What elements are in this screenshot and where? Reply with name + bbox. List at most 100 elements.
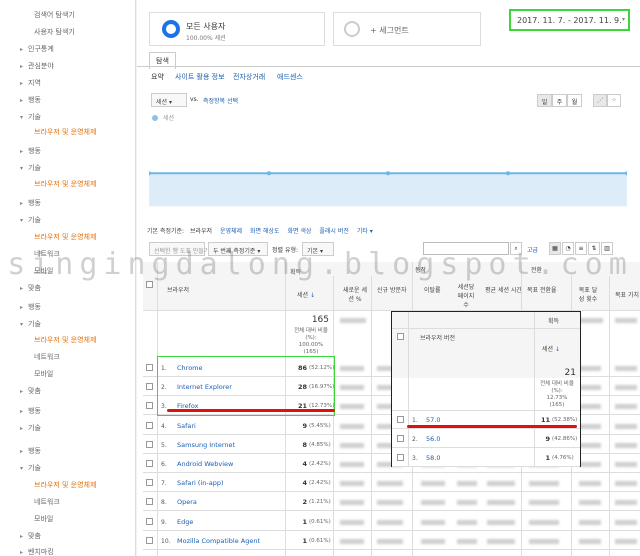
sidebar-item-technology[interactable]: ▾ 기술 <box>20 163 41 173</box>
overlay-row-checkbox[interactable] <box>397 416 404 423</box>
version-link[interactable]: 57.0 <box>426 416 440 424</box>
blurred-cell <box>615 424 637 429</box>
row-index: 5. <box>161 442 167 449</box>
period-week-button[interactable]: 주 <box>552 94 567 107</box>
header-goal-value[interactable]: 목표 가치 <box>615 290 639 299</box>
blurred-cell <box>421 481 445 486</box>
blurred-cell <box>340 500 364 505</box>
sidebar-item-network[interactable]: 네트워크 <box>34 352 60 362</box>
row-checkbox[interactable] <box>146 383 153 390</box>
sidebar-item-technology[interactable]: ▾ 기술 <box>20 112 41 122</box>
sidebar-item-behavior[interactable]: ▸ 행동 <box>20 446 41 456</box>
version-link[interactable]: 56.0 <box>426 435 440 443</box>
dimension-color[interactable]: 화면 색상 <box>287 228 311 235</box>
sidebar-item-benchmarking[interactable]: ▸ 벤치마킹 <box>20 547 54 556</box>
header-browser[interactable]: 브라우저 <box>167 285 189 294</box>
sidebar-item-behavior[interactable]: ▸ 행동 <box>20 146 41 156</box>
sidebar-item-demographics[interactable]: ▸ 인구통계 <box>20 44 54 54</box>
segment-all-users[interactable]: 모든 사용자 100.00% 세션 <box>149 12 325 46</box>
overlay-select-all-checkbox[interactable] <box>397 333 404 340</box>
browser-link[interactable]: Safari (in-app) <box>177 479 224 487</box>
subtab-adsense[interactable]: 애드센스 <box>277 72 303 82</box>
row-checkbox[interactable] <box>146 537 153 544</box>
sidebar-item-user-explorer[interactable]: 사용자 탐색기 <box>34 27 75 37</box>
sidebar-item-browser-os[interactable]: 브라우저 및 운영체제 <box>34 335 96 345</box>
sidebar-item-behavior[interactable]: ▸ 행동 <box>20 95 41 105</box>
sidebar-item-browser-os[interactable]: 브라우저 및 운영체제 <box>34 179 96 189</box>
sidebar-item-behavior[interactable]: ▸ 행동 <box>20 302 41 312</box>
sidebar-item-mobile[interactable]: 모바일 <box>34 514 53 524</box>
row-checkbox[interactable] <box>146 498 153 505</box>
sidebar-item-behavior[interactable]: ▸ 행동 <box>20 198 41 208</box>
header-sessions[interactable]: 세션 ↓ <box>297 290 315 299</box>
version-link[interactable]: 58.0 <box>426 454 440 462</box>
select-all-checkbox[interactable] <box>146 281 153 288</box>
sidebar-item-browser-os[interactable]: 브라우저 및 운영체제 <box>34 232 96 242</box>
row-index: 9. <box>161 519 167 526</box>
sidebar-item-custom[interactable]: ▸ 맞춤 <box>20 386 41 396</box>
dimension-browser[interactable]: 브라우저 <box>190 228 212 235</box>
overlay-header-sessions[interactable]: 세션 ↓ <box>542 344 560 353</box>
sidebar-item-browser-os[interactable]: 브라우저 및 운영체제 <box>34 127 96 137</box>
line-chart-icon[interactable]: ⋰ <box>593 94 607 107</box>
browser-link[interactable]: Safari <box>177 422 196 430</box>
header-new-users[interactable]: 신규 방문자 <box>377 285 407 294</box>
row-checkbox[interactable] <box>146 460 153 467</box>
browser-link[interactable]: Mozilla Compatible Agent <box>177 537 260 545</box>
subtab-summary[interactable]: 요약 <box>151 72 164 82</box>
dimension-os[interactable]: 운영체제 <box>220 228 242 235</box>
dimension-more[interactable]: 기타 ▾ <box>357 228 373 235</box>
sidebar-item-technology[interactable]: ▾ 기술 <box>20 215 41 225</box>
chart-point[interactable] <box>386 171 390 176</box>
header-new-sessions[interactable]: 새로운 세션 % <box>341 285 369 303</box>
sidebar-item-mobile[interactable]: 모바일 <box>34 369 53 379</box>
primary-dimension-bar: 기본 측정기준: 브라우저 운영체제 화면 해상도 화면 색상 플래시 버전 기… <box>147 226 373 235</box>
sidebar-item-technology[interactable]: ▾ 기술 <box>20 319 41 329</box>
select-metric-link[interactable]: 측정항목 선택 <box>203 96 238 105</box>
dimension-flash[interactable]: 플래시 버전 <box>319 228 349 235</box>
header-bounce-rate[interactable]: 이탈률 <box>424 285 441 294</box>
sidebar-item-browser-os[interactable]: 브라우저 및 운영체제 <box>34 480 96 490</box>
blurred-cell <box>340 539 364 544</box>
row-checkbox[interactable] <box>146 518 153 525</box>
header-goal-rate[interactable]: 목표 전환율 <box>527 285 557 294</box>
header-avg-duration[interactable]: 평균 세션 시간 <box>485 285 522 294</box>
browser-link[interactable]: Android Webview <box>177 460 233 468</box>
subtab-ecommerce[interactable]: 전자상거래 <box>233 72 265 82</box>
sidebar-item-custom[interactable]: ▸ 맞춤 <box>20 531 41 541</box>
sidebar-item-custom[interactable]: ▸ 맞춤 <box>20 283 41 293</box>
overlay-row-checkbox[interactable] <box>397 435 404 442</box>
browser-link[interactable]: Opera <box>177 498 197 506</box>
overlay-header-version[interactable]: 브라우저 버전 <box>420 333 455 342</box>
chart-point[interactable] <box>267 171 271 176</box>
subtab-site-usage[interactable]: 사이트 활용 정보 <box>175 72 225 82</box>
motion-chart-icon[interactable]: ⁘ <box>607 94 621 107</box>
chevron-right-icon: ▸ <box>20 80 24 87</box>
overlay-total-share: 전체 대비 비율 (%): 12.73% (165) <box>536 381 578 409</box>
add-segment-button[interactable]: + 세그먼트 <box>333 12 481 46</box>
sidebar-item-label: 벤치마킹 <box>28 548 54 556</box>
header-pages-per-session[interactable]: 세션당 페이지수 <box>457 282 475 309</box>
overlay-row-checkbox[interactable] <box>397 454 404 461</box>
sidebar-item-behavior[interactable]: ▸ 행동 <box>20 406 41 416</box>
row-checkbox[interactable] <box>146 422 153 429</box>
sidebar-item-geo[interactable]: ▸ 지역 <box>20 78 41 88</box>
sidebar-item-technology[interactable]: ▸ 기술 <box>20 423 41 433</box>
header-goal-completions[interactable]: 목표 달성 횟수 <box>577 285 599 303</box>
dimension-resolution[interactable]: 화면 해상도 <box>250 228 280 235</box>
sidebar-item-search-explorer[interactable]: 검색어 탐색기 <box>34 10 75 20</box>
period-month-button[interactable]: 월 <box>567 94 582 107</box>
row-checkbox[interactable] <box>146 441 153 448</box>
sidebar-item-interests[interactable]: ▸ 관심분야 <box>20 61 54 71</box>
row-checkbox[interactable] <box>146 402 153 409</box>
browser-link[interactable]: Samsung Internet <box>177 441 235 449</box>
row-checkbox[interactable] <box>146 479 153 486</box>
period-day-button[interactable]: 일 <box>537 94 552 107</box>
sidebar-item-technology[interactable]: ▾ 기술 <box>20 463 41 473</box>
sidebar-item-network[interactable]: 네트워크 <box>34 497 60 507</box>
browser-link[interactable]: Edge <box>177 518 193 526</box>
chevron-right-icon: ▸ <box>20 304 24 311</box>
chart-point[interactable] <box>506 171 510 176</box>
row-checkbox[interactable] <box>146 364 153 371</box>
metric-select[interactable]: 세션 ▾ <box>151 93 187 107</box>
